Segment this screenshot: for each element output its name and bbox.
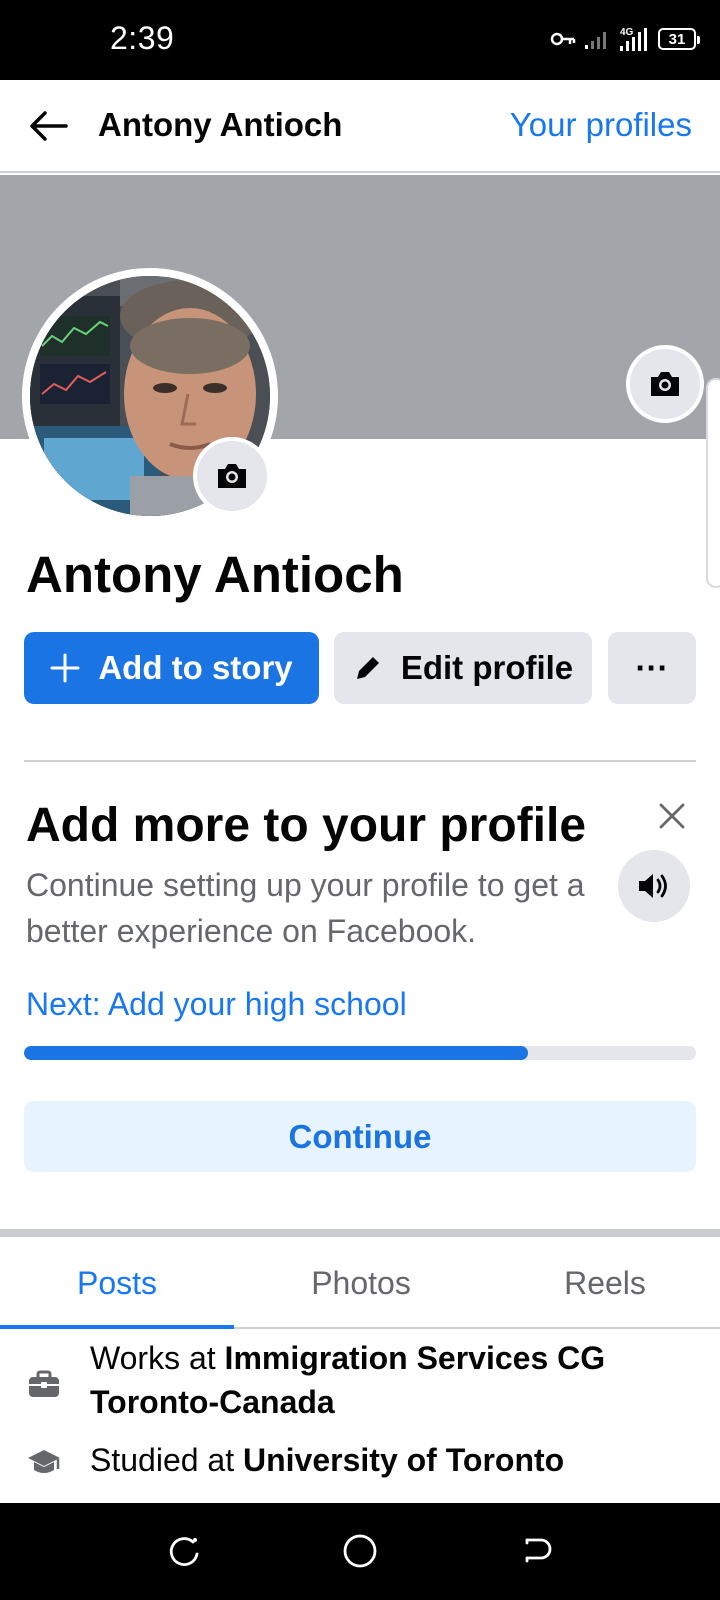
next-step-link[interactable]: Next: Add your high school	[26, 986, 407, 1023]
graduation-cap-icon	[26, 1444, 62, 1480]
add-to-story-button[interactable]: Add to story	[24, 632, 319, 704]
status-time: 2:39	[110, 20, 175, 56]
pencil-icon	[353, 653, 383, 683]
svg-text:4G: 4G	[620, 27, 634, 38]
work-prefix: Works at	[90, 1340, 225, 1376]
study-detail: Studied at University of Toronto	[90, 1438, 690, 1482]
side-panel-handle[interactable]	[706, 378, 720, 588]
audio-button[interactable]	[618, 850, 690, 922]
signal-weak-icon	[585, 32, 606, 49]
continue-button[interactable]: Continue	[24, 1101, 696, 1172]
section-separator	[0, 1229, 720, 1237]
briefcase-icon	[26, 1366, 62, 1402]
tab-photos[interactable]: Photos	[244, 1237, 478, 1329]
card-title: Add more to your profile	[26, 799, 587, 852]
card-close-button[interactable]	[652, 796, 692, 836]
profile-tabs: Posts Photos Reels	[0, 1237, 720, 1329]
signal-4g-icon: 4G	[620, 27, 647, 51]
more-options-label: ···	[635, 649, 669, 686]
vpn-key-icon	[550, 32, 576, 46]
back-nav-icon	[525, 1538, 552, 1563]
avatar-camera-button[interactable]	[193, 437, 271, 515]
study-place[interactable]: University of Toronto	[243, 1442, 564, 1478]
profile-progress-bar	[24, 1046, 696, 1060]
arrow-left-icon	[30, 111, 68, 141]
speaker-icon	[639, 874, 667, 898]
recents-icon	[169, 1537, 199, 1566]
progress-fill	[24, 1046, 528, 1060]
tab-reels[interactable]: Reels	[488, 1237, 720, 1329]
more-options-button[interactable]: ···	[608, 632, 696, 704]
top-nav: Antony Antioch Your profiles	[0, 80, 720, 173]
divider	[24, 760, 696, 762]
close-icon	[659, 803, 685, 829]
add-to-story-label: Add to story	[98, 649, 293, 686]
system-nav-bar	[0, 1503, 720, 1600]
plus-icon	[50, 653, 80, 683]
cover-camera-button[interactable]	[626, 345, 704, 423]
recents-button[interactable]	[164, 1531, 204, 1571]
home-button[interactable]	[340, 1531, 380, 1571]
edit-profile-label: Edit profile	[400, 649, 574, 686]
study-prefix: Studied at	[90, 1442, 243, 1478]
your-profiles-link[interactable]: Your profiles	[510, 106, 692, 144]
camera-icon	[651, 372, 679, 396]
back-nav-button[interactable]	[516, 1531, 556, 1571]
camera-icon	[218, 464, 246, 488]
edit-profile-button[interactable]: Edit profile	[334, 632, 592, 704]
work-detail: Works at Immigration Services CG Toronto…	[90, 1336, 690, 1424]
home-icon	[343, 1534, 377, 1568]
continue-label: Continue	[288, 1117, 432, 1155]
tab-posts[interactable]: Posts	[0, 1237, 234, 1329]
profile-name: Antony Antioch	[26, 546, 404, 603]
back-button[interactable]	[24, 102, 72, 150]
battery-level: 31	[668, 30, 686, 48]
status-bar: 2:39 4G 31	[0, 0, 720, 80]
nav-title: Antony Antioch	[98, 106, 343, 143]
battery-icon: 31	[658, 28, 700, 50]
status-icons: 4G 31	[550, 26, 700, 52]
card-description: Continue setting up your profile to get …	[26, 867, 585, 949]
active-tab-indicator	[0, 1325, 234, 1329]
